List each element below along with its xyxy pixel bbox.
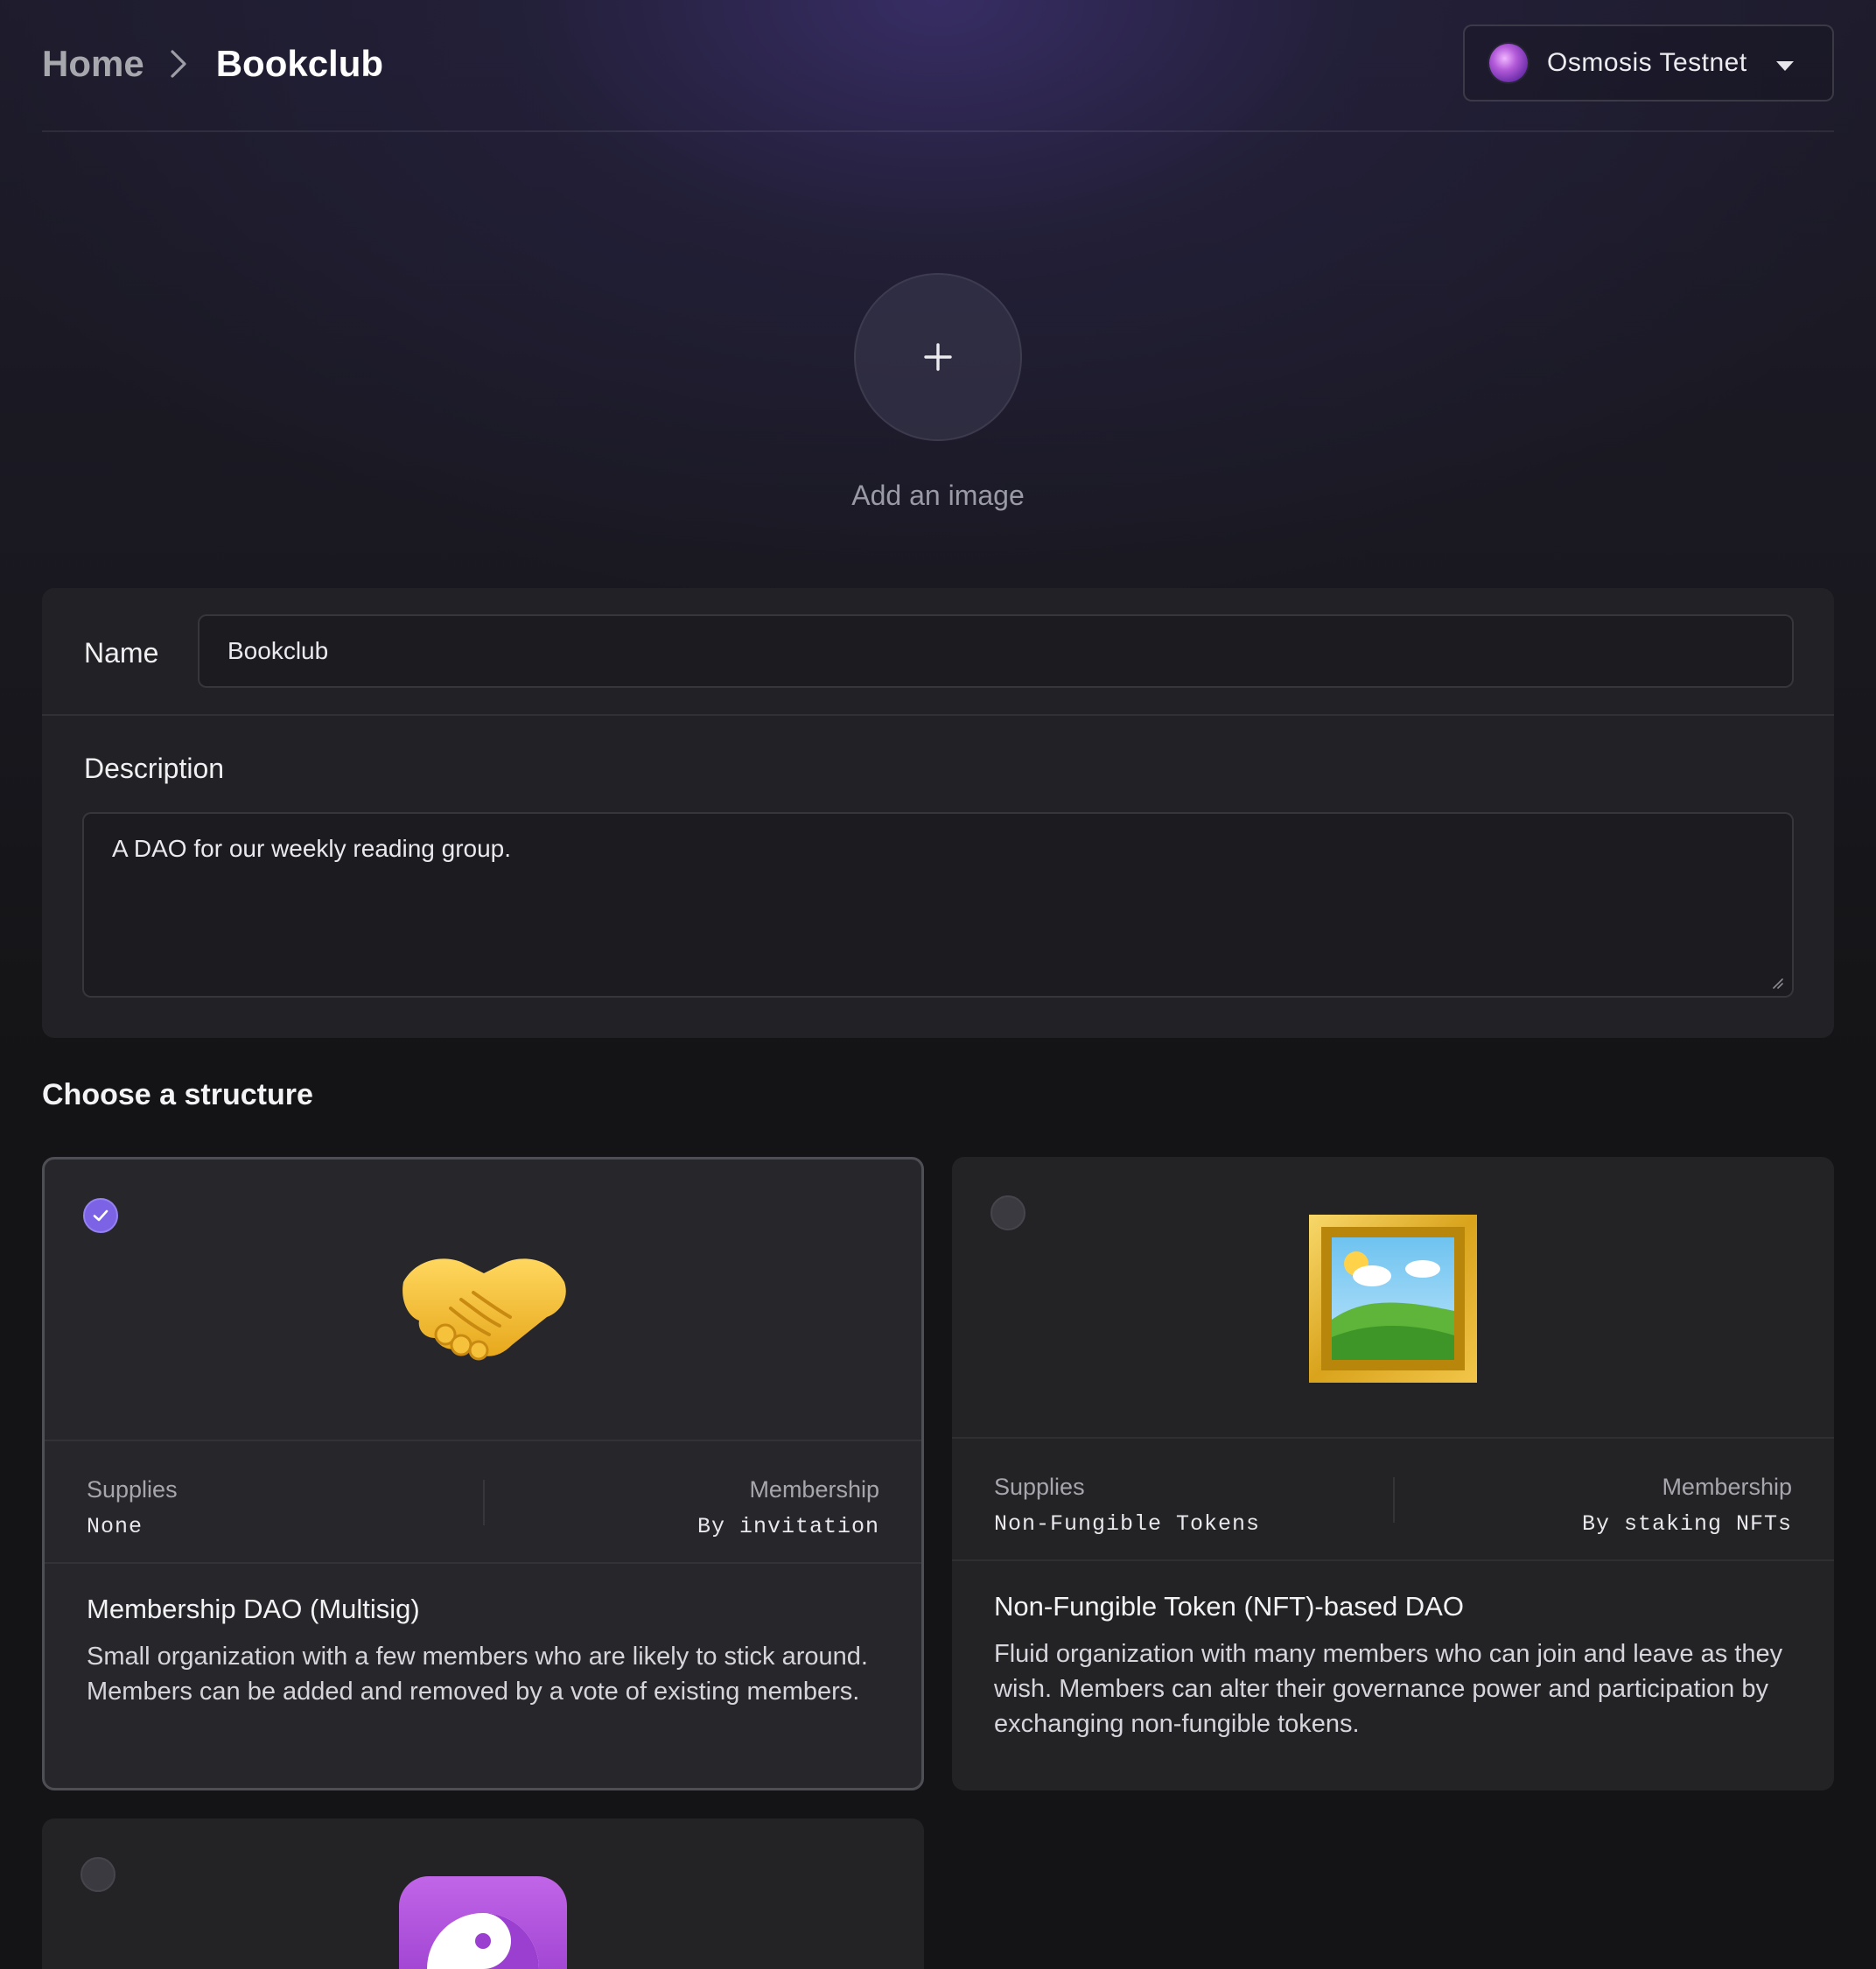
plus-icon [924, 343, 952, 371]
card-title: Non-Fungible Token (NFT)-based DAO [994, 1591, 1464, 1622]
framed-picture-icon [1309, 1215, 1477, 1383]
card-description: Fluid organization with many members who… [994, 1640, 1783, 1738]
structure-radio-third[interactable] [80, 1857, 116, 1892]
name-input[interactable]: Bookclub [198, 614, 1794, 688]
membership-label: Membership [1662, 1474, 1792, 1500]
supplies-info: Supplies None [87, 1476, 178, 1539]
structure-card-nft[interactable]: Supplies Non-Fungible Tokens Membership … [952, 1157, 1834, 1790]
breadcrumb-current: Bookclub [215, 43, 384, 84]
network-selector[interactable]: Osmosis Testnet [1463, 25, 1834, 102]
meta-divider [483, 1480, 485, 1525]
card-meta: Supplies Non-Fungible Tokens Membership … [952, 1439, 1834, 1561]
check-icon [93, 1209, 108, 1222]
create-dao-page: Home Bookclub Osmosis Testnet Add an ima… [0, 0, 1876, 1969]
supplies-info: Supplies Non-Fungible Tokens [994, 1474, 1260, 1537]
handshake-icon [402, 1258, 566, 1361]
membership-info: Membership By staking NFTs [1582, 1474, 1792, 1537]
breadcrumb: Home Bookclub [42, 39, 383, 89]
description-text: A DAO for our weekly reading group. [112, 835, 512, 862]
card-description: Small organization with a few members wh… [87, 1643, 868, 1706]
supplies-value: None [87, 1514, 144, 1539]
resize-handle-icon[interactable] [1769, 975, 1783, 989]
supplies-label: Supplies [87, 1476, 178, 1503]
name-row: Name Bookclub [42, 588, 1834, 716]
supplies-label: Supplies [994, 1474, 1085, 1500]
card-meta: Supplies None Membership By invitation [45, 1441, 921, 1564]
structure-card-membership[interactable]: Supplies None Membership By invitation M… [42, 1157, 924, 1790]
add-image-label: Add an image [851, 480, 1025, 511]
card-title: Membership DAO (Multisig) [87, 1594, 420, 1624]
membership-value: By invitation [696, 1514, 879, 1539]
description-textarea[interactable]: A DAO for our weekly reading group. [82, 812, 1794, 998]
structure-radio-membership[interactable] [83, 1198, 118, 1233]
structure-card-third[interactable] [42, 1818, 924, 1969]
yin-yang-icon [399, 1876, 567, 1969]
description-label: Description [84, 753, 225, 784]
caret-down-icon [1776, 61, 1794, 71]
name-label: Name [84, 637, 159, 669]
card-header [45, 1160, 921, 1441]
supplies-value: Non-Fungible Tokens [994, 1511, 1261, 1537]
structure-radio-nft[interactable] [990, 1195, 1026, 1230]
meta-divider [1393, 1477, 1395, 1523]
membership-info: Membership By invitation [697, 1476, 879, 1539]
membership-label: Membership [749, 1476, 879, 1503]
card-header [952, 1157, 1834, 1439]
membership-value: By staking NFTs [1581, 1511, 1792, 1537]
chevron-right-icon [169, 46, 195, 81]
network-name: Osmosis Testnet [1547, 48, 1747, 77]
dao-info-form: Name Bookclub Description A DAO for our … [42, 588, 1834, 1038]
breadcrumb-home-link[interactable]: Home [42, 43, 144, 85]
osmosis-logo-icon [1489, 44, 1528, 82]
structure-section-title: Choose a structure [42, 1078, 313, 1111]
page-header: Home Bookclub Osmosis Testnet [42, 0, 1834, 132]
add-image-button[interactable] [854, 273, 1022, 441]
